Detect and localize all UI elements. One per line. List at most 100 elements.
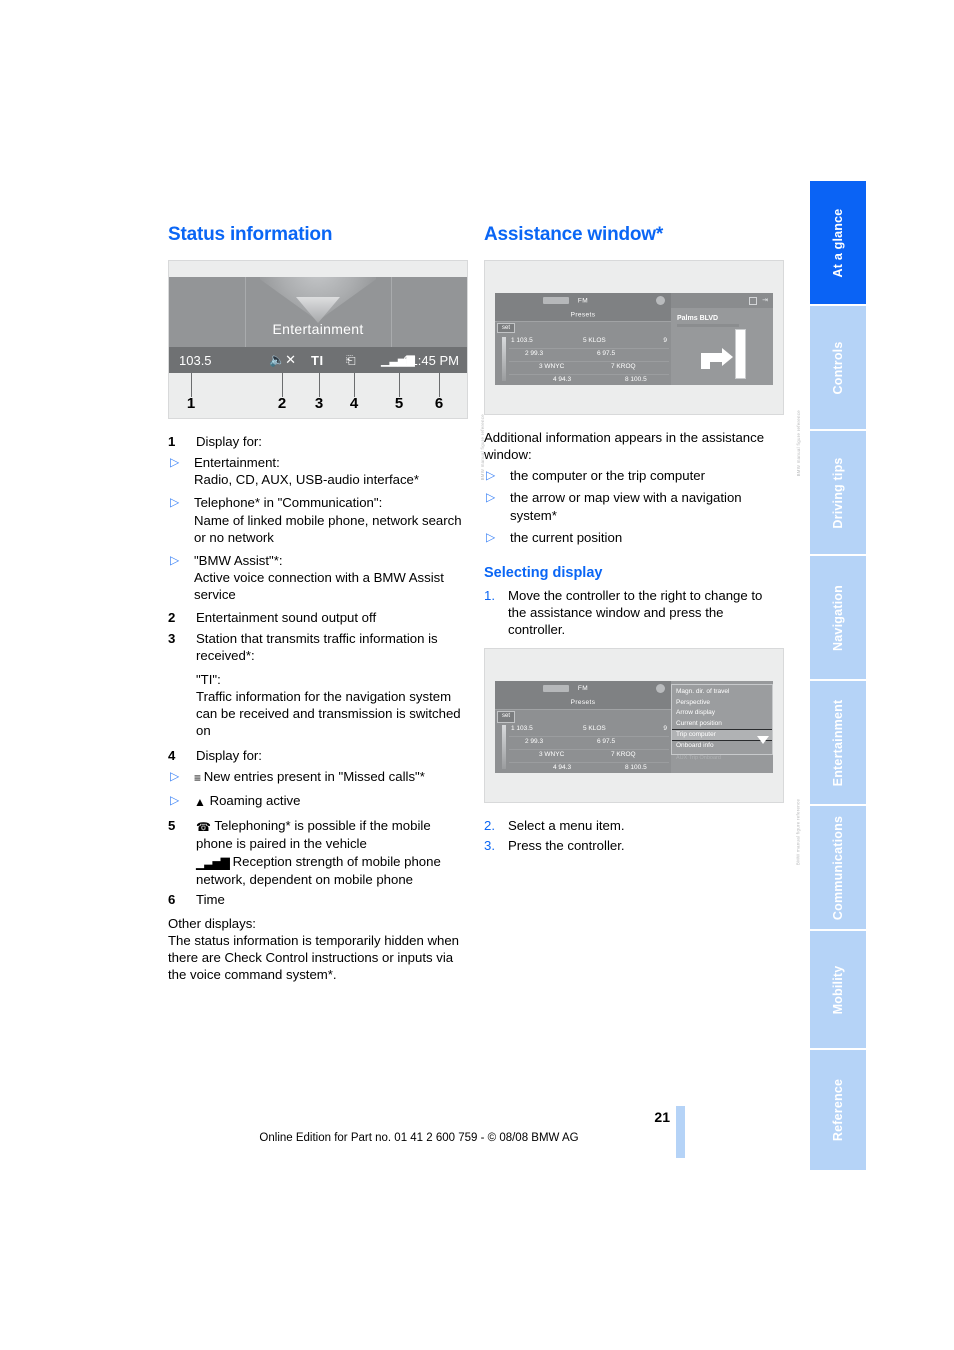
tab-label: Reference — [831, 1078, 845, 1142]
other-displays-text: The status information is temporarily hi… — [168, 932, 460, 982]
menu-item-arrow-display[interactable]: Arrow display — [672, 708, 772, 718]
preset-a: 4 94.3 — [553, 376, 572, 383]
status-ti-label: TI — [311, 352, 324, 368]
preset-row[interactable]: 1 103.5 5 KLOS 9 — [509, 336, 669, 349]
tab-label: Mobility — [831, 965, 845, 1014]
preset-b: 7 KROQ — [611, 363, 636, 370]
list-item: 4 Display for: — [168, 747, 468, 764]
sub-item: ▷ "BMW Assist"*: Active voice connection… — [168, 552, 468, 603]
preset-row[interactable]: 3 WNYC 7 KROQ — [509, 362, 669, 375]
page-title-status-information: Status information — [168, 224, 333, 245]
list-item: 6 Time — [168, 891, 468, 908]
status-time: 01:45 PM — [403, 352, 459, 368]
idrive-screen: FM Presets set 1 103.5 5 KLOS 9 2 99.3 6… — [495, 293, 773, 385]
preset-b: 8 100.5 — [625, 376, 647, 383]
sub-item: ▷ ≡ New entries present in "Missed calls… — [168, 768, 468, 787]
sub-item: ▷ ▲ Roaming active — [168, 792, 468, 811]
sidebar-item-entertainment[interactable]: Entertainment — [810, 681, 866, 806]
assistance-topbar: ⇥ — [671, 293, 773, 308]
sub-item-text: Entertainment: Radio, CD, AUX, USB-audio… — [194, 455, 420, 488]
idrive-screen: Entertainment 103.5 🔈✕ TI ⎗ ▁▃▅▇ 01:45 P… — [169, 277, 467, 373]
bullet-item: ▷ the current position — [484, 529, 784, 546]
radio-panel: FM Presets set 1 103.5 5 KLOS 9 2 99.3 6… — [495, 681, 672, 774]
step-number: 2. — [484, 818, 495, 834]
step-text: Move the controller to the right to chan… — [508, 587, 763, 638]
steps-list-part1: 1. Move the controller to the right to c… — [484, 587, 784, 638]
triangle-icon: ▲ — [194, 795, 206, 810]
navigation-street-name: Palms BLVD — [677, 315, 719, 322]
presets-label: Presets — [570, 698, 596, 706]
sub-item-text: "BMW Assist"*: Active voice connection w… — [194, 552, 444, 603]
item-text: Station that transmits traffic informati… — [196, 630, 438, 663]
preset-b: 6 97.5 — [597, 350, 616, 357]
right-column: Assistance window* FM Presets set 1 103.… — [484, 224, 801, 865]
tuning-scale — [502, 725, 506, 770]
speaker-muted-icon: 🔈✕ — [269, 352, 297, 367]
preset-row[interactable]: 2 99.3 6 97.5 — [509, 737, 669, 751]
item-number: 5 — [168, 817, 176, 833]
left-body-text: 1 Display for: ▷ Entertainment: Radio, C… — [168, 433, 468, 983]
item-extra-text: "TI": Traffic information for the naviga… — [196, 671, 461, 739]
bullet-item: ▷ the arrow or map view with a navigatio… — [484, 489, 784, 523]
map-icon — [749, 297, 757, 305]
preset-a: 2 99.3 — [525, 350, 544, 357]
sidebar-item-navigation[interactable]: Navigation — [810, 556, 866, 681]
figure-status-bar-display: Entertainment 103.5 🔈✕ TI ⎗ ▁▃▅▇ 01:45 P… — [168, 260, 485, 480]
item-number: 2 — [168, 610, 176, 626]
tab-label: Navigation — [831, 584, 845, 651]
item-text: Entertainment sound output off — [196, 610, 377, 626]
preset-b: 7 KROQ — [611, 751, 636, 759]
list-item: 5 ☎ Telephoning* is possible if the mobi… — [168, 817, 468, 889]
list-icon: ≡ — [194, 770, 201, 785]
idrive-screen: FM Presets set 1 103.5 5 KLOS 9 2 99.3 6… — [495, 681, 773, 774]
menu-item-current-position[interactable]: Current position — [672, 719, 772, 729]
bullet-text: the arrow or map view with a navigation … — [510, 490, 742, 523]
item-number: 3 — [168, 630, 176, 646]
sidebar-item-at-a-glance[interactable]: At a glance — [810, 181, 866, 306]
status-frequency: 103.5 — [179, 352, 212, 368]
step-item: 1. Move the controller to the right to c… — [484, 587, 784, 638]
preset-row[interactable]: 4 94.3 8 100.5 — [509, 763, 669, 773]
list-item: 1 Display for: — [168, 433, 468, 450]
sidebar-item-mobility[interactable]: Mobility — [810, 931, 866, 1050]
sidebar-item-reference[interactable]: Reference — [810, 1050, 866, 1170]
tab-label: Controls — [831, 341, 845, 394]
page-number: 21 — [654, 1109, 670, 1125]
triangle-bullet-icon: ▷ — [170, 768, 180, 783]
set-button[interactable]: set — [497, 711, 516, 724]
step-number: 3. — [484, 838, 495, 854]
manual-page: At a glance Controls Driving tips Naviga… — [0, 0, 954, 1350]
radio-band-bar: FM — [495, 681, 671, 698]
sidebar-item-driving-tips[interactable]: Driving tips — [810, 431, 866, 556]
bmw-badge-chevron — [296, 297, 340, 323]
message-icon: ⎗ — [346, 352, 356, 367]
step-text: Select a menu item. — [508, 818, 625, 834]
tab-label: Communications — [831, 815, 845, 920]
list-item: 2 Entertainment sound output off — [168, 609, 468, 626]
set-button[interactable]: set — [497, 323, 516, 333]
section-tab-rail: At a glance Controls Driving tips Naviga… — [810, 181, 866, 1170]
chevron-down-icon[interactable] — [757, 735, 769, 744]
preset-list: 1 103.5 5 KLOS 9 2 99.3 6 97.5 3 WNYC 7 … — [509, 724, 669, 773]
preset-row[interactable]: 4 94.3 8 100.5 — [509, 375, 669, 385]
preset-row[interactable]: 1 103.5 5 KLOS 9 — [509, 724, 669, 738]
preset-b: 8 100.5 — [625, 764, 647, 772]
menu-item-perspective[interactable]: Perspective — [672, 698, 772, 708]
status-bar: 103.5 🔈✕ TI ⎗ ▁▃▅▇ 01:45 PM — [169, 347, 467, 373]
sub-item: ▷ Telephone* in "Communication": Name of… — [168, 494, 468, 545]
preset-row[interactable]: 3 WNYC 7 KROQ — [509, 750, 669, 764]
other-displays-block: Other displays: The status information i… — [168, 915, 468, 984]
sidebar-item-communications[interactable]: Communications — [810, 806, 866, 931]
preset-row[interactable]: 2 99.3 6 97.5 — [509, 349, 669, 362]
radio-band-label: FM — [577, 684, 589, 692]
preset-a: 4 94.3 — [553, 764, 572, 772]
step-item: 3. Press the controller. — [484, 837, 784, 854]
screen-mode-label: Entertainment — [272, 321, 364, 337]
item-text: Reception strength of mobile phone netwo… — [196, 853, 441, 888]
item-number: 4 — [168, 747, 176, 763]
footer-text: Online Edition for Part no. 01 41 2 600 … — [259, 1132, 579, 1144]
assistance-intro: Additional information appears in the as… — [484, 430, 765, 463]
menu-item-magn-dir-of-travel[interactable]: Magn. dir. of travel — [672, 687, 772, 697]
callout-number: 4 — [349, 395, 359, 412]
sidebar-item-controls[interactable]: Controls — [810, 306, 866, 431]
